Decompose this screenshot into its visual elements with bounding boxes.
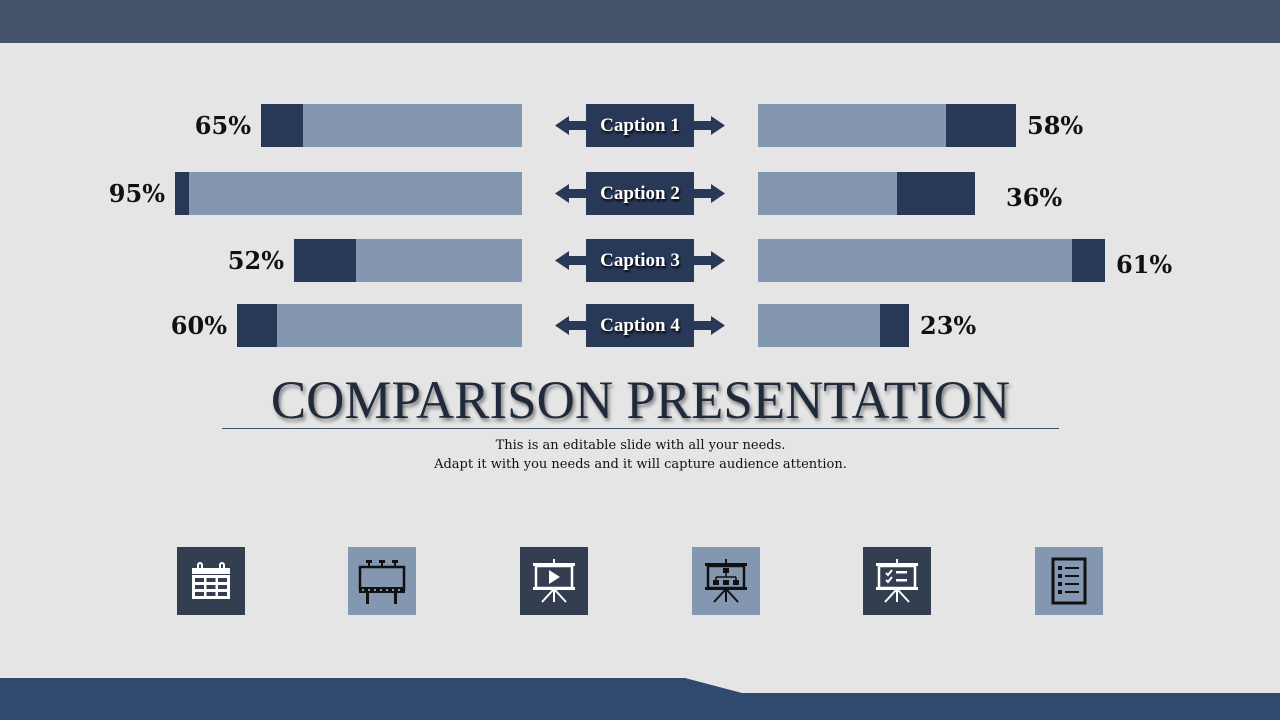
- left-value-label: 65%: [194, 111, 251, 140]
- icon-tile-list-document: [1035, 547, 1103, 615]
- caption-label: Caption 2: [586, 172, 694, 215]
- icon-tile-presentation-checklist: [863, 547, 931, 615]
- left-bar-highlight: [261, 104, 303, 147]
- caption-4: Caption 4: [555, 304, 725, 347]
- presentation-org-chart-icon: [705, 559, 747, 603]
- caption-label: Caption 4: [586, 304, 694, 347]
- caption-2: Caption 2: [555, 172, 725, 215]
- caption-label: Caption 3: [586, 239, 694, 282]
- caption-label: Caption 1: [586, 104, 694, 147]
- icon-tile-calendar: [177, 547, 245, 615]
- right-bar: [758, 304, 909, 347]
- right-bar-highlight: [897, 172, 975, 215]
- title-underline: [222, 428, 1059, 429]
- left-bar-highlight: [237, 304, 277, 347]
- right-bar-highlight: [946, 104, 1016, 147]
- left-value-label: 52%: [227, 246, 284, 275]
- left-value-label: 95%: [108, 179, 165, 208]
- subtitle-line-1: This is an editable slide with all your …: [495, 438, 786, 453]
- left-bar: [261, 104, 522, 147]
- right-bar: [758, 104, 1016, 147]
- right-value-label: 36%: [1006, 183, 1063, 212]
- left-bar: [294, 239, 522, 282]
- caption-3: Caption 3: [555, 239, 725, 282]
- icon-tile-presentation-play: [520, 547, 588, 615]
- right-bar-highlight: [880, 304, 909, 347]
- left-bar: [175, 172, 522, 215]
- left-bar: [237, 304, 522, 347]
- left-bar-highlight: [175, 172, 189, 215]
- left-value-label: 60%: [170, 311, 227, 340]
- right-value-label: 23%: [920, 311, 977, 340]
- icon-tile-billboard: [348, 547, 416, 615]
- presentation-play-icon: [533, 559, 575, 603]
- billboard-icon: [358, 560, 406, 604]
- list-document-icon: [1051, 557, 1087, 605]
- left-bar-highlight: [294, 239, 356, 282]
- right-bar: [758, 172, 975, 215]
- slide-title: COMPARISON PRESENTATION: [270, 370, 1011, 430]
- right-value-label: 58%: [1027, 111, 1084, 140]
- caption-1: Caption 1: [555, 104, 725, 147]
- top-band: [0, 0, 1280, 43]
- right-value-label: 61%: [1116, 250, 1173, 279]
- right-bar-highlight: [1072, 239, 1105, 282]
- bottom-band: [0, 678, 1280, 720]
- icon-tile-presentation-org-chart: [692, 547, 760, 615]
- right-bar: [758, 239, 1105, 282]
- subtitle-line-2: Adapt it with you needs and it will capt…: [434, 457, 847, 472]
- presentation-checklist-icon: [876, 559, 918, 603]
- calendar-icon: [192, 562, 230, 599]
